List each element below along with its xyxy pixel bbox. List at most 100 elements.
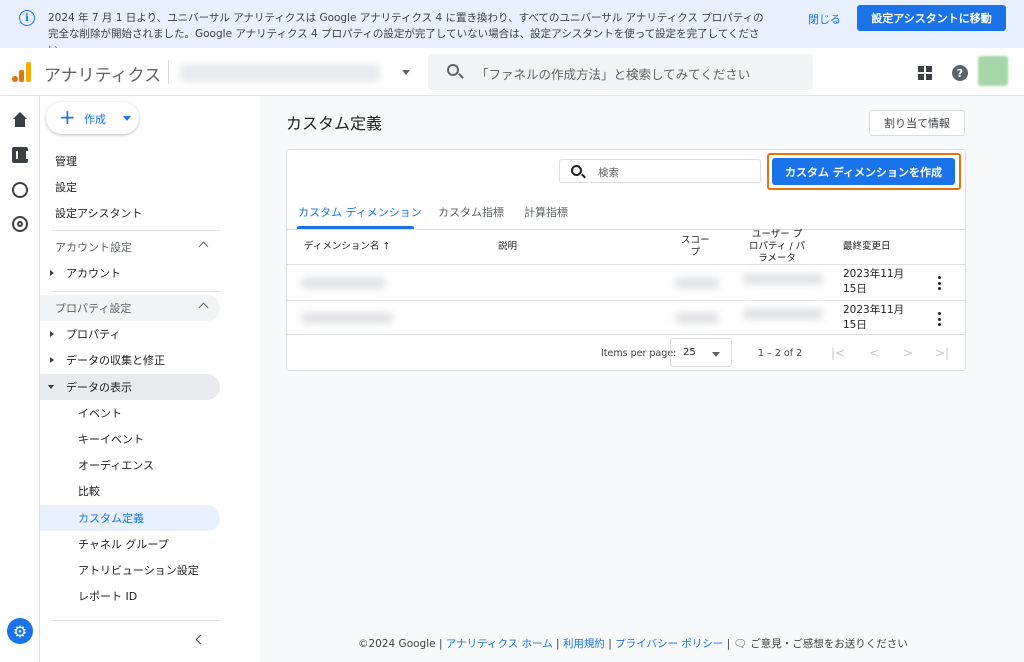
- top-header: アナリティクス 「ファネルの作成方法」と検索してみてください ?: [0, 48, 1024, 96]
- column-header-scope[interactable]: スコー プ: [681, 235, 710, 259]
- search-icon: [571, 165, 582, 176]
- divider: [52, 230, 220, 231]
- more-vert-icon[interactable]: [938, 312, 942, 326]
- account-name-redacted: [180, 64, 380, 82]
- chevron-down-icon: [712, 352, 720, 357]
- sidebar-item-property[interactable]: プロパティ: [40, 321, 220, 347]
- divider: [52, 291, 220, 292]
- redacted-cell: [743, 274, 823, 284]
- feedback-link[interactable]: ご意見・ご感想をお送りください: [750, 638, 908, 650]
- sidebar-item-setup-assistant[interactable]: 設定アシスタント: [40, 200, 220, 226]
- tab-divider: [287, 229, 965, 230]
- first-page-icon[interactable]: |<: [831, 346, 845, 360]
- home-icon[interactable]: [12, 112, 28, 128]
- redacted-cell: [301, 313, 393, 323]
- analytics-logo-icon[interactable]: [12, 62, 32, 82]
- last-page-icon[interactable]: >|: [935, 346, 949, 360]
- last-modified-date: 2023年11月 15日: [843, 304, 905, 331]
- reports-icon[interactable]: [12, 147, 28, 163]
- footer-link-privacy[interactable]: プライバシー ポリシー: [615, 638, 723, 650]
- search-icon: [447, 64, 459, 76]
- items-per-page-select[interactable]: 25: [670, 338, 732, 367]
- sidebar-item-settings[interactable]: 設定: [40, 174, 220, 200]
- sidebar-item-account[interactable]: アカウント: [40, 260, 220, 286]
- divider: [52, 620, 220, 621]
- admin-sidebar: + 作成 管理 設定 設定アシスタント アカウント設定 アカウント プロパティ設…: [40, 96, 260, 662]
- banner-close-link[interactable]: 閉じる: [808, 11, 841, 27]
- advertising-icon[interactable]: [12, 216, 28, 232]
- header-divider: [168, 60, 169, 84]
- search-placeholder: 検索: [598, 167, 619, 179]
- column-header-dimension-name[interactable]: ディメンション名 ↑: [304, 241, 390, 253]
- sidebar-item-reporting-id[interactable]: レポート ID: [40, 583, 220, 609]
- help-icon[interactable]: ?: [952, 65, 968, 81]
- sidebar-item-audiences[interactable]: オーディエンス: [40, 452, 220, 478]
- chevron-up-icon: [198, 302, 209, 313]
- footer-link-terms[interactable]: 利用規約: [563, 638, 605, 650]
- plus-icon: +: [59, 105, 76, 129]
- custom-definitions-card: 検索 カスタム ディメンションを作成 カスタム ディメンション カスタム指標 計…: [286, 149, 966, 371]
- sidebar-item-admin[interactable]: 管理: [40, 148, 220, 174]
- sidebar-item-data-display[interactable]: データの表示: [40, 374, 220, 400]
- sidebar-item-custom-definitions[interactable]: カスタム定義: [40, 505, 220, 531]
- tab-calculated-metrics[interactable]: 計算指標: [524, 204, 568, 220]
- info-icon: i: [19, 10, 35, 26]
- pagination-range: 1 – 2 of 2: [758, 348, 803, 359]
- sidebar-item-key-events[interactable]: キーイベント: [40, 426, 220, 452]
- app-name[interactable]: アナリティクス: [44, 61, 161, 86]
- search-placeholder: 「ファネルの作成方法」と検索してみてください: [476, 67, 751, 82]
- account-settings-section[interactable]: アカウント設定: [40, 234, 220, 260]
- create-button-label: 作成: [84, 113, 106, 126]
- account-property-picker[interactable]: [180, 60, 416, 86]
- avatar[interactable]: [978, 56, 1008, 86]
- left-nav-rail: ⚙: [0, 96, 40, 662]
- global-search-input[interactable]: 「ファネルの作成方法」と検索してみてください: [428, 54, 813, 90]
- highlight-frame: カスタム ディメンションを作成: [767, 153, 961, 190]
- redacted-cell: [675, 278, 719, 288]
- redacted-cell: [675, 313, 719, 323]
- property-settings-section[interactable]: プロパティ設定: [40, 295, 220, 321]
- column-header-last-modified[interactable]: 最終変更日: [843, 241, 891, 253]
- column-header-user-property[interactable]: ユーザー プ ロパティ / パ ラメータ: [749, 229, 805, 265]
- chevron-down-icon: [402, 70, 410, 75]
- chevron-down-icon: [123, 116, 131, 121]
- row-divider: [287, 334, 965, 335]
- notification-banner: i 2024 年 7 月 1 日より、ユニバーサル アナリティクスは Googl…: [0, 0, 1024, 56]
- redacted-cell: [743, 309, 823, 319]
- explore-icon[interactable]: [12, 182, 28, 198]
- apps-grid-icon[interactable]: [918, 66, 932, 80]
- items-per-page-label: Items per page:: [601, 348, 677, 359]
- column-header-description[interactable]: 説明: [498, 241, 517, 253]
- sidebar-item-data-collection[interactable]: データの収集と修正: [40, 347, 220, 373]
- sidebar-item-comparisons[interactable]: 比較: [40, 478, 220, 504]
- row-divider: [287, 300, 965, 301]
- assignment-info-button[interactable]: 割り当て情報: [869, 110, 965, 136]
- sidebar-item-events[interactable]: イベント: [40, 400, 220, 426]
- last-modified-date: 2023年11月 15日: [843, 268, 905, 295]
- tab-custom-dimensions[interactable]: カスタム ディメンション: [298, 204, 422, 220]
- gear-icon[interactable]: ⚙: [7, 618, 33, 644]
- footer-link-home[interactable]: アナリティクス ホーム: [446, 638, 553, 650]
- row-divider: [287, 264, 965, 265]
- table-search-input[interactable]: 検索: [559, 159, 761, 183]
- prev-page-icon[interactable]: <: [869, 346, 879, 360]
- chevron-up-icon: [198, 241, 209, 252]
- tab-custom-metrics[interactable]: カスタム指標: [438, 204, 504, 220]
- footer: ©2024 Google | アナリティクス ホーム | 利用規約 | プライバ…: [358, 638, 908, 650]
- copyright: ©2024 Google: [358, 638, 436, 650]
- collapse-arrow-icon: [48, 385, 54, 389]
- sidebar-item-channel-groups[interactable]: チャネル グループ: [40, 531, 220, 557]
- expand-arrow-icon: [50, 270, 54, 276]
- feedback-icon[interactable]: 🗨: [734, 638, 747, 650]
- expand-arrow-icon: [50, 331, 54, 337]
- more-vert-icon[interactable]: [938, 276, 942, 290]
- redacted-cell: [301, 278, 385, 288]
- chevron-left-icon[interactable]: [195, 634, 206, 645]
- page-title: カスタム定義: [286, 114, 383, 133]
- next-page-icon[interactable]: >: [903, 346, 913, 360]
- create-custom-dimension-button[interactable]: カスタム ディメンションを作成: [772, 158, 955, 185]
- create-button[interactable]: + 作成: [46, 102, 139, 134]
- expand-arrow-icon: [50, 357, 54, 363]
- go-to-setup-assistant-button[interactable]: 設定アシスタントに移動: [857, 5, 1006, 31]
- sidebar-item-attribution-settings[interactable]: アトリビューション設定: [40, 557, 220, 583]
